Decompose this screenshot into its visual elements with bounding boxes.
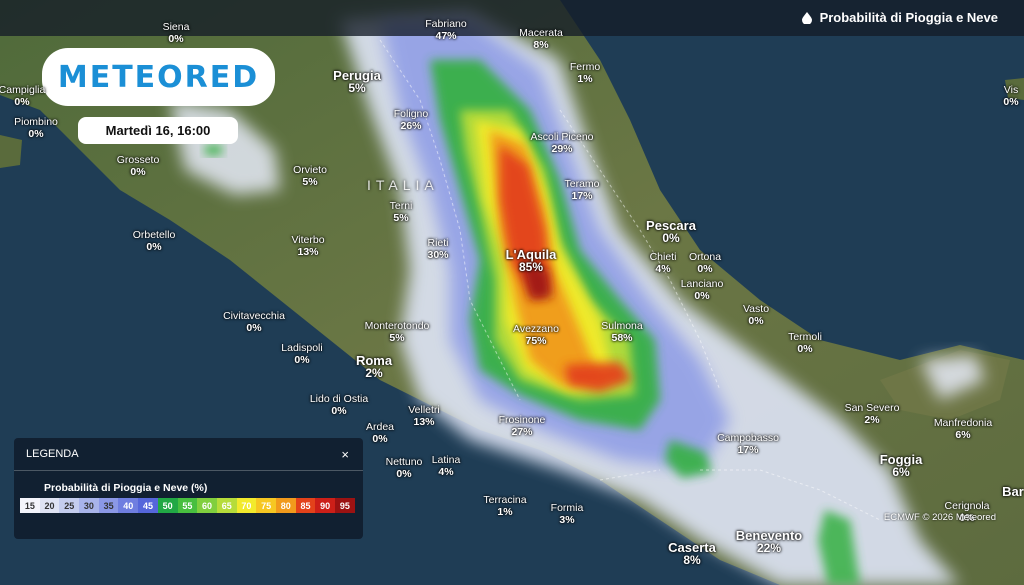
- legend-cell-95: 95: [335, 498, 355, 513]
- city-lido-di-ostia[interactable]: Lido di Ostia 0%: [310, 393, 368, 417]
- city-chieti[interactable]: Chieti 4%: [650, 251, 677, 275]
- city-teramo[interactable]: Teramo 17%: [564, 178, 599, 202]
- city-nettuno[interactable]: Nettuno 0%: [386, 456, 423, 480]
- legend-cell-70: 70: [236, 498, 257, 513]
- legend-subtitle: Probabilità di Pioggia e Neve (%): [44, 482, 208, 494]
- city-ardea[interactable]: Ardea 0%: [366, 421, 394, 445]
- city-terracina[interactable]: Terracina 1%: [483, 494, 526, 518]
- legend-cell-60: 60: [197, 498, 217, 513]
- map-title-text: Probabilità di Pioggia e Neve: [819, 10, 998, 25]
- city-manfredonia[interactable]: Manfredonia 6%: [934, 417, 992, 441]
- legend-cell-40: 40: [118, 498, 139, 513]
- city-velletri[interactable]: Velletri 13%: [408, 404, 440, 428]
- city-bar[interactable]: Bar: [1002, 485, 1024, 498]
- city-caserta[interactable]: Caserta 8%: [668, 541, 716, 566]
- city-vasto[interactable]: Vasto 0%: [743, 303, 769, 327]
- city-civitavecchia[interactable]: Civitavecchia 0%: [223, 310, 285, 334]
- city-piombino[interactable]: Piombino 0%: [14, 116, 58, 140]
- city-formia[interactable]: Formia 3%: [551, 502, 584, 526]
- city-ladispoli[interactable]: Ladispoli 0%: [281, 342, 322, 366]
- legend-cell-20: 20: [39, 498, 60, 513]
- brand-logo[interactable]: METEORED: [42, 48, 275, 106]
- legend-cell-25: 25: [59, 498, 80, 513]
- city-viterbo[interactable]: Viterbo 13%: [291, 234, 324, 258]
- water-drop-icon: [801, 11, 812, 24]
- city-san-severo[interactable]: San Severo 2%: [845, 402, 900, 426]
- city-perugia[interactable]: Perugia 5%: [333, 69, 381, 94]
- map-title: Probabilità di Pioggia e Neve: [801, 10, 998, 25]
- legend-cell-35: 35: [98, 498, 119, 513]
- city-orvieto[interactable]: Orvieto 5%: [293, 164, 327, 188]
- city-rieti[interactable]: Rieti 30%: [427, 237, 448, 261]
- city-pescara[interactable]: Pescara 0%: [646, 219, 696, 244]
- city-fabriano[interactable]: Fabriano 47%: [425, 18, 466, 42]
- city-foligno[interactable]: Foligno 26%: [394, 108, 428, 132]
- legend-panel: LEGENDA × Probabilità di Pioggia e Neve …: [14, 438, 363, 539]
- city-terni[interactable]: Terni 5%: [390, 200, 413, 224]
- city-l-aquila[interactable]: L'Aquila 85%: [506, 248, 557, 273]
- city-campobasso[interactable]: Campobasso 17%: [717, 432, 779, 456]
- legend-cell-85: 85: [295, 498, 316, 513]
- legend-cell-75: 75: [256, 498, 276, 513]
- region-label-italia: ITALIA: [367, 177, 439, 193]
- city-ortona[interactable]: Ortona 0%: [689, 251, 721, 275]
- city-avezzano[interactable]: Avezzano 75%: [513, 323, 559, 347]
- legend-cell-30: 30: [79, 498, 99, 513]
- city-orbetello[interactable]: Orbetello 0%: [133, 229, 176, 253]
- legend-cell-45: 45: [138, 498, 158, 513]
- forecast-time-label[interactable]: Martedì 16, 16:00: [78, 117, 238, 144]
- legend-header: LEGENDA ×: [14, 438, 363, 471]
- city-lanciano[interactable]: Lanciano 0%: [681, 278, 724, 302]
- legend-cell-50: 50: [157, 498, 178, 513]
- city-ascoli-piceno[interactable]: Ascoli Piceno 29%: [530, 131, 593, 155]
- legend-cell-15: 15: [20, 498, 40, 513]
- top-bar: Probabilità di Pioggia e Neve: [0, 0, 1024, 36]
- legend-cell-65: 65: [216, 498, 237, 513]
- city-sulmona[interactable]: Sulmona 58%: [601, 320, 642, 344]
- close-icon[interactable]: ×: [341, 447, 349, 462]
- city-latina[interactable]: Latina 4%: [432, 454, 461, 478]
- brand-logo-text: METEORED: [57, 59, 260, 95]
- city-grosseto[interactable]: Grosseto 0%: [117, 154, 160, 178]
- city-fermo[interactable]: Fermo 1%: [570, 61, 600, 85]
- city-foggia[interactable]: Foggia 6%: [880, 453, 923, 478]
- legend-cell-55: 55: [177, 498, 198, 513]
- legend-title: LEGENDA: [26, 448, 79, 460]
- city-campiglia[interactable]: Campiglia 0%: [0, 84, 45, 108]
- city-termoli[interactable]: Termoli 0%: [788, 331, 822, 355]
- city-benevento[interactable]: Benevento 22%: [736, 529, 802, 554]
- legend-cell-80: 80: [275, 498, 296, 513]
- city-roma[interactable]: Roma 2%: [356, 354, 392, 379]
- city-vis[interactable]: Vis 0%: [1003, 84, 1018, 108]
- city-frosinone[interactable]: Frosinone 27%: [499, 414, 546, 438]
- weather-map-view: Probabilità di Pioggia e Neve METEORED M…: [0, 0, 1024, 585]
- city-macerata[interactable]: Macerata 8%: [519, 27, 563, 51]
- legend-cell-90: 90: [315, 498, 335, 513]
- city-siena[interactable]: Siena 0%: [163, 21, 190, 45]
- legend-color-scale: 15 20 25 30 35 40 45 50 55 60 65 70 75 80 85 90 95: [20, 498, 363, 513]
- city-monterotondo[interactable]: Monterotondo 5%: [365, 320, 430, 344]
- data-credit: ECMWF © 2026 Meteored: [883, 512, 996, 523]
